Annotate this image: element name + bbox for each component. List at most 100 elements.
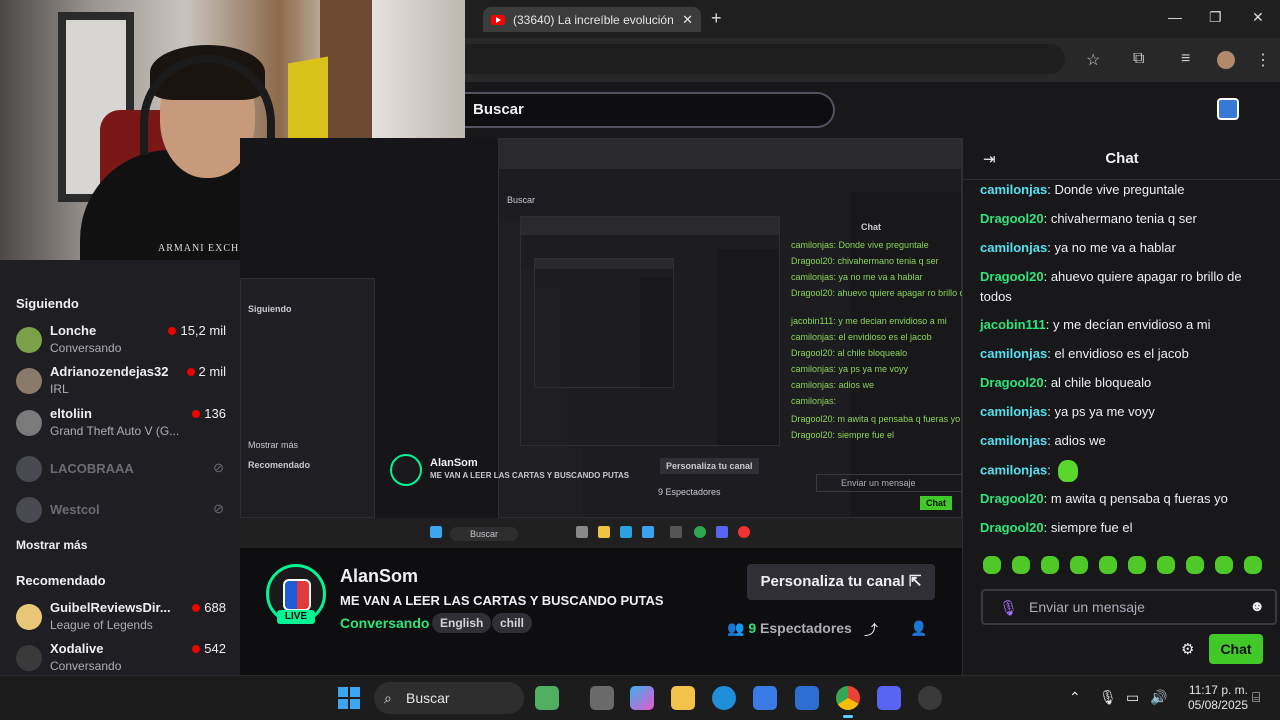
nested-chat-line: camilonjas: ya ps ya me voyy [791, 364, 909, 374]
emote-icon[interactable] [1186, 556, 1204, 574]
chat-username[interactable]: Dragool20 [980, 375, 1044, 390]
nested-show-more: Mostrar más [248, 440, 299, 450]
task-view-icon[interactable] [590, 686, 614, 710]
chat-text: ya ps ya me voyy [1050, 404, 1155, 419]
sidebar-channel-adrianozendejas32[interactable]: Adrianozendejas32 IRL 2 mil [16, 364, 226, 400]
chat-username[interactable]: Dragool20 [980, 491, 1044, 506]
offline-icon: ⊘ [213, 460, 224, 475]
chat-settings-gear-icon[interactable]: ⚙ [1181, 640, 1194, 658]
nested-chat-line: camilonjas: [791, 396, 837, 406]
profile-avatar[interactable] [1217, 51, 1235, 69]
notifications-icon[interactable]: ⌸ [1252, 689, 1260, 706]
browser-tab-strip: (33640) La increíble evolución de ✕ + — … [465, 0, 1280, 38]
nested-channel-name: AlanSom [430, 457, 478, 469]
tag-chill[interactable]: chill [492, 613, 533, 633]
sidebar-channel-xodalive[interactable]: Xodalive Conversando 542 [16, 641, 226, 677]
chat-message-input[interactable]: 🎙 Enviar un mensaje ☻ [981, 589, 1277, 625]
customize-channel-button[interactable]: Personaliza tu canal ⇱ [747, 564, 935, 600]
user-avatar-icon[interactable] [1217, 98, 1239, 120]
search-input[interactable]: Buscar [465, 92, 835, 128]
edge-browser-icon[interactable] [712, 686, 736, 710]
chat-message: Dragool20: m awita q pensaba q fueras yo [980, 489, 1270, 509]
chat-username[interactable]: camilonjas [980, 182, 1047, 197]
emote-icon[interactable] [1215, 556, 1233, 574]
emote-icon[interactable] [983, 556, 1001, 574]
widgets-icon[interactable] [535, 686, 559, 710]
address-bar[interactable] [465, 44, 1065, 74]
close-tab-icon[interactable]: ✕ [682, 12, 693, 28]
chat-title: Chat [1105, 150, 1139, 167]
maximize-button[interactable]: ❐ [1209, 9, 1222, 26]
share-icon[interactable]: ⤴ [864, 620, 878, 640]
sidebar-channel-eltoliin[interactable]: eltoliin Grand Theft Auto V (G... 136 [16, 406, 226, 442]
chat-username[interactable]: camilonjas [980, 404, 1047, 419]
chat-header: ⇥ Chat [963, 138, 1280, 180]
taskbar-clock[interactable]: 11:17 p. m. 05/08/2025 [1176, 683, 1248, 713]
tag-english[interactable]: English [432, 613, 492, 633]
follow-user-icon[interactable]: 👤 [910, 620, 927, 637]
close-window-button[interactable]: ✕ [1252, 9, 1264, 26]
chat-username[interactable]: camilonjas [980, 462, 1047, 477]
stream-category-link[interactable]: Conversando [340, 615, 429, 631]
copilot-icon[interactable] [630, 686, 654, 710]
extensions-icon[interactable]: ⧉ [1133, 50, 1144, 68]
chat-username[interactable]: Dragool20 [980, 211, 1044, 226]
channel-name[interactable]: AlanSom [340, 566, 418, 587]
chat-username[interactable]: jacobin111 [980, 317, 1046, 332]
new-tab-button[interactable]: + [711, 8, 722, 29]
microphone-icon[interactable]: 🎙 [999, 599, 1018, 617]
nested-chat-title: Chat [861, 222, 881, 232]
chat-username[interactable]: camilonjas [980, 240, 1047, 255]
more-menu-icon[interactable]: ⋮ [1255, 50, 1271, 70]
recording-app-icon[interactable] [918, 686, 942, 710]
offline-icon: ⊘ [213, 501, 224, 516]
emote-icon[interactable] [1070, 556, 1088, 574]
chat-username[interactable]: camilonjas [980, 433, 1047, 448]
emote-icon[interactable] [1041, 556, 1059, 574]
chat-message: camilonjas: ya no me va a hablar [980, 238, 1270, 258]
chrome-icon[interactable] [836, 686, 860, 718]
file-explorer-icon[interactable] [671, 686, 695, 710]
windows-start-icon[interactable] [338, 687, 360, 709]
chat-username[interactable]: Dragool20 [980, 520, 1044, 535]
media-control-icon[interactable]: ≡ [1181, 50, 1190, 68]
emote-bar [983, 556, 1273, 580]
emote-icon[interactable] [1099, 556, 1117, 574]
chat-text: al chile bloquealo [1047, 375, 1152, 390]
stream-info-bar: LIVE AlanSom ME VAN A LEER LAS CARTAS Y … [240, 548, 962, 675]
emote-icon[interactable] [1128, 556, 1146, 574]
chat-username[interactable]: camilonjas [980, 346, 1047, 361]
youtube-icon [491, 14, 505, 25]
viewer-count: 542 [192, 641, 226, 656]
chat-username[interactable]: Dragool20 [980, 269, 1044, 284]
discord-icon[interactable] [877, 686, 901, 710]
emote-icon [1058, 460, 1079, 482]
stream-video-player[interactable]: Buscar Chat camilonjas: Donde vive pregu… [240, 138, 962, 548]
volume-icon[interactable]: 🔊 [1150, 689, 1167, 706]
sidebar-channel-lacobraaa[interactable]: LACOBRAAA ⊘ [16, 452, 226, 488]
sidebar-channel-guibelreviews[interactable]: GuibelReviewsDir... League of Legends 68… [16, 600, 226, 636]
sidebar-channel-lonche[interactable]: Lonche Conversando 15,2 mil [16, 323, 226, 359]
emote-icon[interactable] [1157, 556, 1175, 574]
emoji-picker-icon[interactable]: ☻ [1249, 598, 1265, 615]
chat-text: Donde vive preguntale [1050, 182, 1185, 197]
app-icon[interactable] [795, 686, 819, 710]
microphone-tray-icon[interactable]: 🎙 [1099, 689, 1117, 706]
bookmark-star-icon[interactable]: ☆ [1086, 50, 1100, 70]
live-badge: LIVE [277, 610, 315, 624]
emote-icon[interactable] [1244, 556, 1262, 574]
minimize-button[interactable]: — [1168, 9, 1182, 25]
channel-name: eltoliin [50, 406, 92, 421]
emote-icon[interactable] [1012, 556, 1030, 574]
taskbar-search[interactable]: ⌕ Buscar [374, 682, 524, 714]
sidebar-channel-westcol[interactable]: Westcol ⊘ [16, 493, 226, 529]
show-more-link[interactable]: Mostrar más [16, 538, 87, 552]
browser-tab[interactable]: (33640) La increíble evolución de ✕ [483, 7, 701, 32]
network-icon[interactable]: ▭ [1126, 689, 1139, 706]
following-heading: Siguiendo [16, 296, 79, 311]
show-hidden-icons-chevron-up-icon[interactable]: ⌃ [1069, 689, 1081, 706]
nested-taskbar-search: Buscar [450, 527, 519, 541]
send-chat-button[interactable]: Chat [1209, 634, 1263, 664]
channel-avatar [16, 327, 42, 353]
store-icon[interactable] [753, 686, 777, 710]
